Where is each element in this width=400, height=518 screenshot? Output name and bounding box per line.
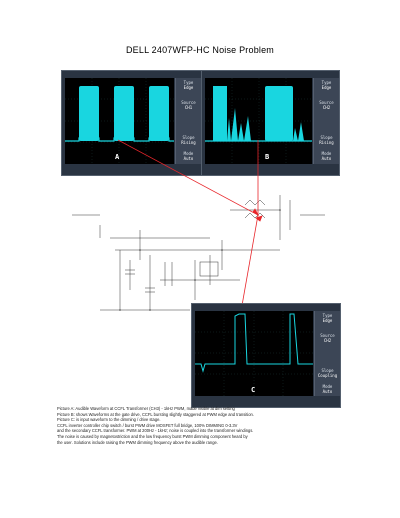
scope-c-menu-item-mode[interactable]: Mode Auto — [315, 384, 340, 395]
oscilloscope-c: C Type Edge Source CH2 Slope Coupling Mode A… — [191, 303, 341, 408]
scope-c-menu-item-source[interactable]: Source CH2 — [315, 333, 340, 344]
scope-c-waveform — [195, 311, 313, 396]
scope-c-screen: C — [195, 311, 313, 396]
scope-c-menu-item-slope[interactable]: Slope Coupling — [315, 368, 340, 379]
scope-c-side-menu: Type Edge Source CH2 Slope Coupling Mode Aut… — [314, 311, 340, 396]
scope-c-menu-item-type[interactable]: Type Edge — [315, 313, 340, 324]
figure-caption: Picture A: Audible Waveform at CCFL Tran… — [57, 406, 387, 445]
caption-line: the user. Solutions include raising the … — [57, 439, 218, 445]
scope-c-label: C — [251, 386, 256, 394]
scope-c-status-bar — [192, 304, 340, 311]
